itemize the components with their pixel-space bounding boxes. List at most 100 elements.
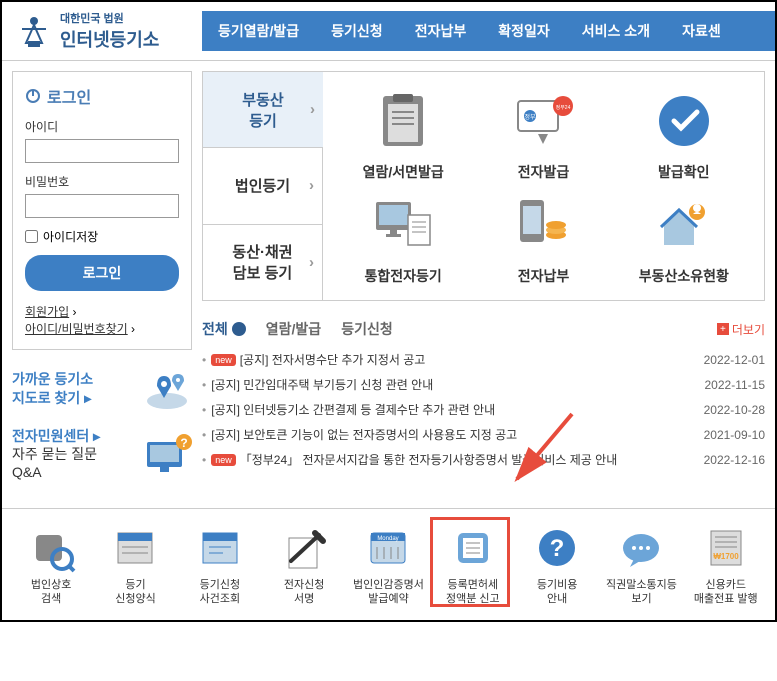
service-ownership[interactable]: 부동산소유현황 xyxy=(618,190,750,286)
notice-title: [공지] 인터넷등기소 간편결제 등 결제수단 추가 관련 안내 xyxy=(211,401,703,418)
bottom-shortcut-8[interactable]: ₩1700신용카드매출전표 발행 xyxy=(687,523,765,607)
bottom-shortcut-0[interactable]: 법인상호검색 xyxy=(12,523,90,607)
service-issue-confirm[interactable]: 발급확인 xyxy=(618,86,750,182)
plus-icon: + xyxy=(717,323,729,335)
notice-date: 2022-12-16 xyxy=(704,453,765,467)
shortcut-icon xyxy=(448,523,498,573)
phone-coins-icon xyxy=(508,190,578,260)
nav-apply[interactable]: 등기신청 xyxy=(315,21,399,41)
monitor-question-icon: ? xyxy=(142,432,192,477)
service-eissue[interactable]: 정부정부24 전자발급 xyxy=(477,86,609,182)
nav-epay[interactable]: 전자납부 xyxy=(399,21,483,41)
service-epay[interactable]: 전자납부 xyxy=(477,190,609,286)
bullet-icon: • xyxy=(202,378,206,392)
signup-link[interactable]: 회원가입 xyxy=(25,305,69,319)
notice-item[interactable]: • new [공지] 전자서명수단 추가 지정서 공고2022-12-01 xyxy=(202,347,765,372)
power-icon xyxy=(25,88,41,104)
logo[interactable]: 대한민국 법원 인터넷등기소 xyxy=(2,2,202,60)
nav-view-issue[interactable]: 등기열람/발급 xyxy=(202,21,315,41)
login-title: 로그인 xyxy=(25,84,179,108)
logo-subtitle: 대한민국 법원 xyxy=(60,10,159,26)
notice-section: 전체 열람/발급 등기신청 +더보기 • new [공지] 전자서명수단 추가 지정… xyxy=(202,319,765,472)
svg-text:?: ? xyxy=(180,436,187,450)
nav-resources[interactable]: 자료센 xyxy=(666,21,737,41)
bullet-icon: • xyxy=(202,428,206,442)
ecenter-link[interactable]: 전자민원센터 ▸ 자주 묻는 질문 Q&A ? xyxy=(12,427,192,482)
svg-text:₩1700: ₩1700 xyxy=(713,552,739,561)
bottom-shortcut-3[interactable]: 전자신청서명 xyxy=(265,523,343,607)
bottom-shortcut-1[interactable]: 등기신청양식 xyxy=(96,523,174,607)
bottom-shortcuts: 법인상호검색등기신청양식등기신청사건조회전자신청서명Monday법인인감증명서발… xyxy=(2,508,775,621)
notice-more-link[interactable]: +더보기 xyxy=(717,321,765,338)
shortcut-icon xyxy=(26,523,76,573)
bullet-icon: • xyxy=(202,403,206,417)
bullet-icon: • xyxy=(202,453,206,467)
notice-date: 2022-11-15 xyxy=(705,378,766,392)
notice-title: [공지] 전자서명수단 추가 지정서 공고 xyxy=(240,351,704,368)
new-badge: new xyxy=(211,354,236,366)
notice-item[interactable]: • [공지] 보안토큰 기능이 없는 전자증명서의 사용용도 지정 공고2021-… xyxy=(202,422,765,447)
logo-title: 인터넷등기소 xyxy=(60,26,159,52)
new-badge: new xyxy=(211,454,236,466)
notice-item[interactable]: • [공지] 민간임대주택 부기등기 신청 관련 안내2022-11-15 xyxy=(202,372,765,397)
pw-label: 비밀번호 xyxy=(25,173,179,190)
chevron-right-icon: › xyxy=(309,254,314,271)
notice-date: 2022-10-28 xyxy=(704,403,765,417)
find-credentials-link[interactable]: 아이디/비밀번호찾기 xyxy=(25,322,128,336)
remember-label: 아이디저장 xyxy=(43,228,98,245)
dot-icon xyxy=(232,322,246,336)
clipboard-icon xyxy=(368,86,438,156)
nav-service-intro[interactable]: 서비스 소개 xyxy=(566,21,666,41)
chevron-right-icon: › xyxy=(309,177,314,194)
main-nav: 등기열람/발급 등기신청 전자납부 확정일자 서비스 소개 자료센 xyxy=(202,11,775,51)
notice-tab-all[interactable]: 전체 xyxy=(202,319,246,339)
notice-date: 2022-12-01 xyxy=(704,353,765,367)
monitor-doc-icon xyxy=(368,190,438,260)
notice-date: 2021-09-10 xyxy=(704,428,765,442)
shortcut-icon xyxy=(110,523,160,573)
svg-text:Monday: Monday xyxy=(378,536,399,542)
notice-item[interactable]: • new 「정부24」 전자문서지갑을 통한 전자등기사항증명서 발급서비스 제공… xyxy=(202,447,765,472)
notice-tab-view[interactable]: 열람/발급 xyxy=(266,319,321,339)
pw-input[interactable] xyxy=(25,194,179,218)
shortcut-icon xyxy=(195,523,245,573)
shortcut-icon: ? xyxy=(532,523,582,573)
bottom-shortcut-7[interactable]: 직권말소통지등보기 xyxy=(602,523,680,607)
tab-movable[interactable]: 동산·채권 담보 등기› xyxy=(203,225,323,300)
shortcut-icon xyxy=(616,523,666,573)
bottom-shortcut-2[interactable]: 등기신청사건조회 xyxy=(181,523,259,607)
notice-title: [공지] 보안토큰 기능이 없는 전자증명서의 사용용도 지정 공고 xyxy=(211,426,703,443)
eissue-icon: 정부 정부24 xyxy=(508,86,578,156)
check-circle-icon xyxy=(649,86,719,156)
service-integrated-ereg[interactable]: 통합전자등기 xyxy=(337,190,469,286)
notice-title: 「정부24」 전자문서지갑을 통한 전자등기사항증명서 발급서비스 제공 안내 xyxy=(240,451,704,468)
svg-text:정부: 정부 xyxy=(525,114,537,121)
shortcut-icon: ₩1700 xyxy=(701,523,751,573)
notice-title: [공지] 민간임대주택 부기등기 신청 관련 안내 xyxy=(211,376,704,393)
nav-fixed-date[interactable]: 확정일자 xyxy=(482,21,566,41)
nearby-office-link[interactable]: 가까운 등기소 지도로 찾기 ▸ xyxy=(12,366,192,411)
shortcut-icon: Monday xyxy=(363,523,413,573)
tab-realestate[interactable]: 부동산 등기› xyxy=(203,72,323,148)
login-box: 로그인 아이디 비밀번호 아이디저장 로그인 회원가입 › 아이디/비밀번호찾기… xyxy=(12,71,192,350)
map-pin-icon xyxy=(142,366,192,411)
header: 대한민국 법원 인터넷등기소 등기열람/발급 등기신청 전자납부 확정일자 서비… xyxy=(2,2,775,61)
chevron-right-icon: › xyxy=(310,101,315,118)
bottom-shortcut-4[interactable]: Monday법인인감증명서발급예약 xyxy=(349,523,427,607)
svg-text:정부24: 정부24 xyxy=(556,104,571,111)
id-label: 아이디 xyxy=(25,118,179,135)
house-person-icon xyxy=(649,190,719,260)
notice-tab-apply[interactable]: 등기신청 xyxy=(341,319,393,339)
service-panel: 부동산 등기› 법인등기› 동산·채권 담보 등기› 열람/서면발급 정부 정부2… xyxy=(202,71,765,301)
bullet-icon: • xyxy=(202,353,206,367)
service-view-print[interactable]: 열람/서면발급 xyxy=(337,86,469,182)
bottom-shortcut-6[interactable]: ?등기비용안내 xyxy=(518,523,596,607)
notice-item[interactable]: • [공지] 인터넷등기소 간편결제 등 결제수단 추가 관련 안내2022-10… xyxy=(202,397,765,422)
court-logo-icon xyxy=(14,11,54,51)
bottom-shortcut-5[interactable]: 등록면허세정액분 신고 xyxy=(434,523,512,607)
tab-corporate[interactable]: 법인등기› xyxy=(203,148,323,224)
login-button[interactable]: 로그인 xyxy=(25,255,179,291)
remember-checkbox[interactable] xyxy=(25,230,38,243)
id-input[interactable] xyxy=(25,139,179,163)
svg-text:?: ? xyxy=(550,535,565,562)
